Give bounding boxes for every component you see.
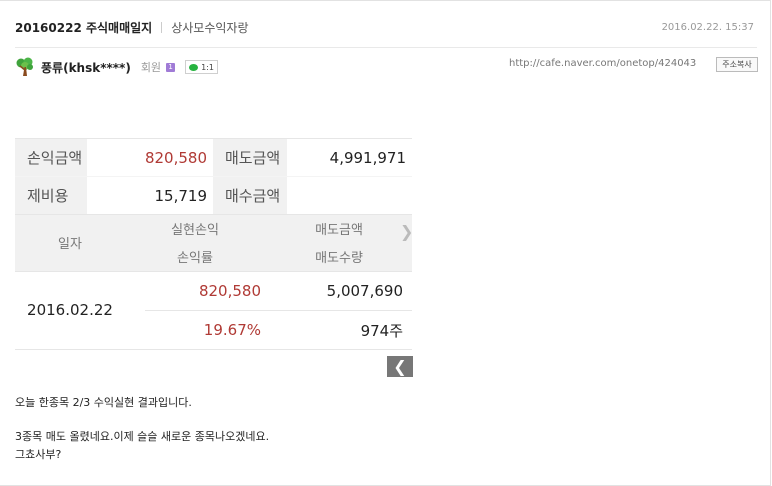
talk-button[interactable]: 1:1 — [185, 60, 218, 74]
col-realized: 실현손익 — [171, 222, 219, 238]
col-sell-qty: 매도수량 — [315, 250, 363, 266]
row-sell-amount: 5,007,690 — [326, 282, 403, 300]
post-date: 2016.02.22. 15:37 — [661, 22, 754, 33]
author-row: 풍류(khsk****) 회원 1 1:1 — [15, 57, 218, 77]
level-badge: 1 — [166, 62, 176, 72]
row-realized: 820,580 — [198, 282, 261, 300]
row-date: 2016.02.22 — [27, 301, 113, 319]
col-date: 일자 — [58, 237, 82, 252]
post-header: 20160222 주식매매일지 상사모수익자랑 — [15, 19, 249, 36]
content-line-1: 오늘 한종목 2/3 수익실현 결과입니다. — [15, 396, 192, 409]
profit-value: 820,580 — [144, 148, 207, 167]
sell-value: 4,991,971 — [329, 148, 406, 167]
content-line-2: 3종목 매도 올렸네요.이제 슬슬 새로운 종목나오겠네요. — [15, 430, 270, 443]
tree-icon — [16, 57, 33, 76]
post-title: 20160222 주식매매일지 — [15, 21, 153, 35]
summary-table: 손익금액 820,580 매도금액 4,991,971 제비용 15,719 매… — [15, 138, 412, 214]
sell-label: 매도금액 — [213, 139, 287, 176]
member-grade: 회원 — [140, 61, 162, 74]
buy-value — [287, 177, 406, 214]
buy-label: 매수금액 — [213, 177, 287, 214]
detail-table: 일자 실현손익 손익률 매도금액 매도수량 2016.02.22 820,580… — [15, 214, 412, 350]
col-sell-amount: 매도금액 — [315, 222, 363, 238]
post-url[interactable]: http://cafe.naver.com/onetop/424043 — [509, 58, 696, 69]
author-nickname[interactable]: 풍류(khsk****) — [41, 59, 131, 76]
talk-label: 1:1 — [201, 62, 214, 72]
chevron-right-icon[interactable]: ❯ — [400, 222, 413, 241]
copy-url-button[interactable]: 주소복사 — [716, 57, 758, 72]
cost-value: 15,719 — [154, 186, 208, 205]
row-sell-qty: 974주 — [360, 321, 403, 340]
header-divider — [15, 47, 757, 48]
row-rate: 19.67% — [203, 321, 261, 339]
board-link[interactable]: 상사모수익자랑 — [171, 21, 248, 35]
title-divider — [161, 22, 163, 33]
talk-icon — [189, 63, 199, 71]
content-line-3: 그쵸사부? — [15, 448, 62, 461]
profit-label: 손익금액 — [15, 139, 87, 176]
cost-label: 제비용 — [15, 177, 87, 214]
col-rate: 손익률 — [177, 250, 213, 266]
chevron-left-icon[interactable]: ❮ — [387, 356, 413, 377]
